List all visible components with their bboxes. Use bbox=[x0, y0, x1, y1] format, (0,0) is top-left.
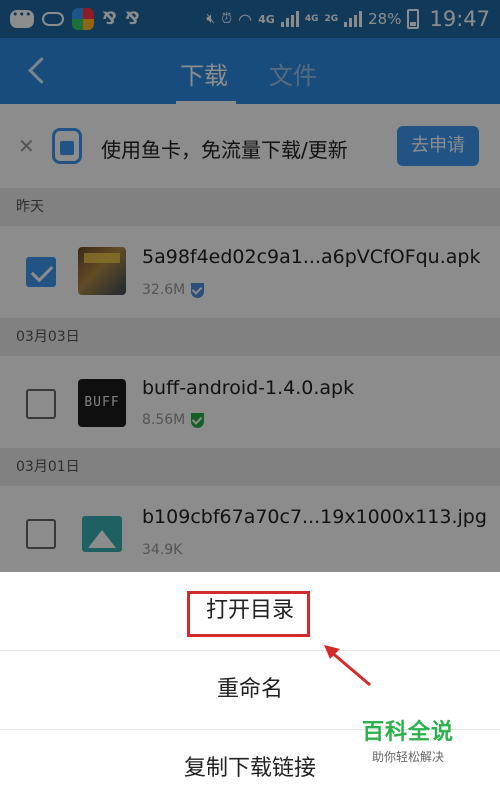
watermark-subtitle: 助你轻松解决 bbox=[372, 750, 445, 764]
watermark: 百科全说 助你轻松解决 bbox=[362, 714, 454, 765]
highlight-box bbox=[187, 591, 310, 637]
watermark-title: 百科全说 bbox=[362, 720, 455, 745]
pointer-arrow-icon bbox=[324, 645, 371, 687]
dim-overlay[interactable] bbox=[0, 0, 500, 572]
